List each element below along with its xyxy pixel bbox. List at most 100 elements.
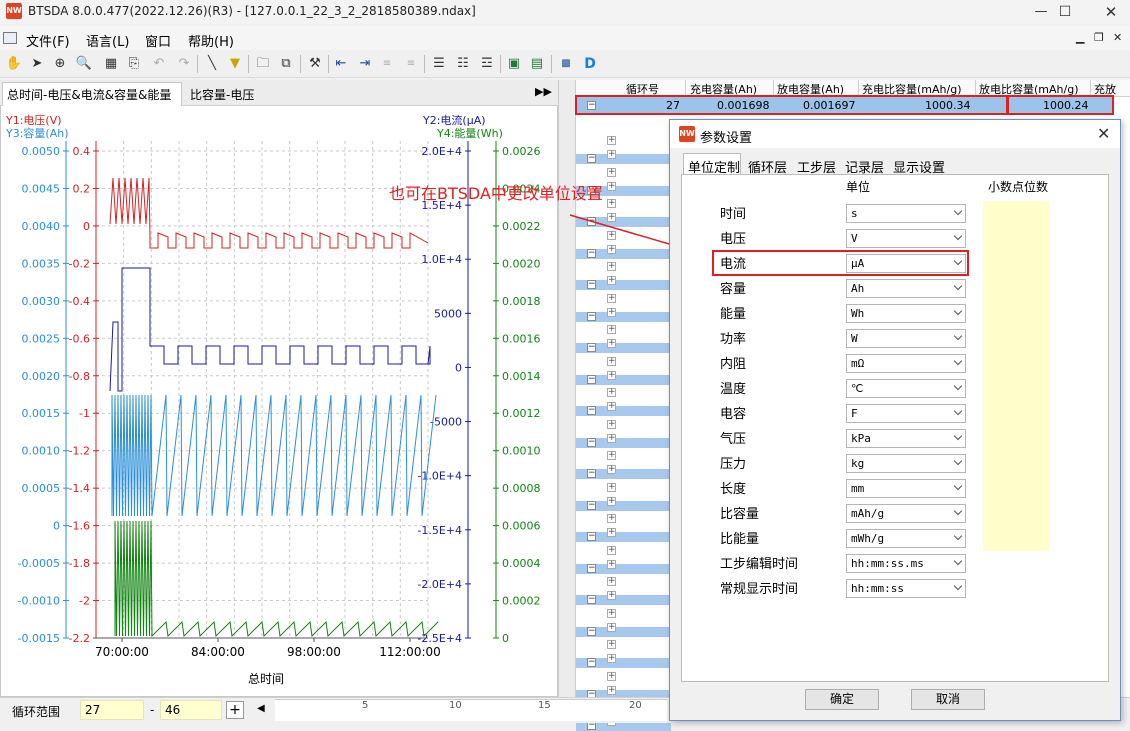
- unit-select[interactable]: W: [846, 329, 966, 348]
- d-icon[interactable]: D: [581, 55, 599, 73]
- collapse-icon[interactable]: −: [587, 437, 596, 447]
- expand-icon[interactable]: +: [607, 671, 616, 681]
- collapse-icon[interactable]: −: [587, 469, 596, 478]
- unit-select[interactable]: V: [846, 229, 966, 248]
- expand-icon[interactable]: +: [607, 685, 616, 695]
- last-icon[interactable]: ⇥: [356, 55, 374, 73]
- group-row[interactable]: −: [576, 563, 671, 574]
- collapse-icon[interactable]: −: [587, 280, 596, 289]
- settings-tool-icon[interactable]: ⚒: [306, 55, 324, 73]
- unit-select[interactable]: Ah: [846, 279, 966, 298]
- expand-icon[interactable]: +: [607, 591, 616, 600]
- open-folder-icon[interactable]: 🗀: [254, 55, 272, 73]
- filter-icon[interactable]: ▼: [226, 55, 244, 73]
- decimals-cell[interactable]: [983, 401, 1050, 426]
- redo-icon[interactable]: ↷: [175, 55, 193, 73]
- layout-alt-icon[interactable]: ☷: [454, 55, 472, 73]
- unit-select[interactable]: hh:mm:ss.ms: [846, 554, 966, 573]
- collapse-icon[interactable]: −: [587, 406, 596, 415]
- tab-capacity-voltage[interactable]: 比容量-电压: [190, 86, 254, 103]
- menu-window[interactable]: 窗口: [145, 31, 171, 50]
- decimals-cell[interactable]: [983, 351, 1050, 376]
- cycle-to-input[interactable]: 46: [160, 700, 222, 720]
- unit-select[interactable]: mΩ: [846, 354, 966, 373]
- mdi-close-icon[interactable]: ✕: [1113, 31, 1122, 44]
- collapse-icon[interactable]: −: [587, 595, 596, 604]
- decimals-cell[interactable]: [983, 251, 1050, 276]
- collapse-icon[interactable]: −: [587, 154, 596, 163]
- expand-icon[interactable]: +: [607, 577, 616, 586]
- unit-select[interactable]: hh:mm:ss: [846, 579, 966, 598]
- ok-button[interactable]: 确定: [805, 689, 879, 710]
- rows-icon[interactable]: ≡: [378, 55, 396, 73]
- expand-icon[interactable]: +: [607, 433, 616, 443]
- expand-icon[interactable]: +: [607, 419, 616, 429]
- decimals-cell[interactable]: [983, 376, 1050, 401]
- menu-language[interactable]: 语言(L): [86, 31, 129, 50]
- mdi-restore-icon[interactable]: ❐: [1094, 31, 1104, 44]
- collapse-icon[interactable]: −: [587, 626, 596, 636]
- collapse-icon[interactable]: −: [587, 343, 596, 352]
- expand-icon[interactable]: +: [607, 496, 616, 506]
- group-row[interactable]: −: [576, 343, 671, 353]
- group-row[interactable]: −: [576, 437, 671, 448]
- collapse-icon[interactable]: −: [587, 563, 596, 573]
- collapse-icon[interactable]: −: [587, 500, 596, 510]
- expand-icon[interactable]: +: [607, 465, 616, 474]
- group-row[interactable]: −: [576, 532, 671, 542]
- expand-icon[interactable]: +: [607, 150, 616, 159]
- export-icon[interactable]: ⧉: [277, 55, 295, 73]
- add-range-button[interactable]: +: [226, 701, 244, 719]
- unit-select[interactable]: F: [846, 404, 966, 423]
- cycle-from-input[interactable]: 27: [80, 700, 144, 720]
- expand-icon[interactable]: +: [607, 181, 616, 191]
- group-row[interactable]: −: [576, 406, 671, 416]
- decimals-cell[interactable]: [983, 226, 1050, 251]
- group-row[interactable]: −: [576, 469, 671, 479]
- collapse-icon[interactable]: −: [587, 532, 596, 541]
- rows-alt-icon[interactable]: ≡: [402, 55, 420, 73]
- expand-icon[interactable]: +: [607, 356, 616, 366]
- menu-help[interactable]: 帮助(H): [188, 31, 234, 50]
- unit-select[interactable]: kg: [846, 454, 966, 473]
- expand-icon[interactable]: +: [607, 370, 616, 380]
- expand-icon[interactable]: +: [607, 654, 616, 663]
- excel-icon[interactable]: ▣: [505, 55, 523, 73]
- zoom-region-icon[interactable]: ⊕: [51, 55, 69, 73]
- decimals-cell[interactable]: [983, 201, 1050, 226]
- qr-icon[interactable]: ▩: [557, 55, 575, 73]
- hand-icon[interactable]: ✋: [5, 55, 23, 73]
- expand-icon[interactable]: +: [607, 640, 616, 649]
- collapse-icon[interactable]: −: [587, 311, 596, 321]
- line-tool-icon[interactable]: ╲: [203, 55, 221, 73]
- decimals-cell[interactable]: [983, 526, 1050, 551]
- group-row[interactable]: −: [576, 374, 671, 385]
- decimals-cell[interactable]: [983, 301, 1050, 326]
- expand-icon[interactable]: +: [607, 608, 616, 618]
- expand-icon[interactable]: +: [607, 451, 616, 460]
- expand-icon[interactable]: +: [607, 545, 616, 555]
- maximize-button[interactable]: ☐: [1042, 0, 1088, 24]
- expand-icon[interactable]: +: [607, 276, 616, 285]
- undo-icon[interactable]: ↶: [150, 55, 168, 73]
- tab-time-voltage[interactable]: 总时间-电压&电流&容量&能量: [2, 82, 182, 106]
- group-row[interactable]: −: [576, 311, 671, 322]
- unit-select[interactable]: Wh: [846, 304, 966, 323]
- expand-icon[interactable]: +: [607, 622, 616, 632]
- copy-icon[interactable]: ⎘: [125, 55, 143, 73]
- pointer-icon[interactable]: ➤: [28, 55, 46, 73]
- zoom-icon[interactable]: 🔍: [75, 55, 93, 73]
- first-icon[interactable]: ⇤: [332, 55, 350, 73]
- expand-icon[interactable]: +: [607, 388, 616, 397]
- expand-icon[interactable]: +: [607, 307, 616, 317]
- menu-file[interactable]: 文件(F): [26, 31, 70, 50]
- decimals-cell[interactable]: [983, 451, 1050, 476]
- table-icon[interactable]: ▦: [102, 55, 120, 73]
- cancel-button[interactable]: 取消: [911, 689, 985, 710]
- close-button[interactable]: ✕: [1088, 0, 1130, 24]
- mdi-minimize-icon[interactable]: ▁: [1076, 31, 1084, 44]
- decimals-cell[interactable]: [983, 276, 1050, 301]
- splitter[interactable]: [558, 80, 576, 697]
- group-row[interactable]: −: [576, 154, 671, 164]
- group-row[interactable]: −: [576, 626, 671, 637]
